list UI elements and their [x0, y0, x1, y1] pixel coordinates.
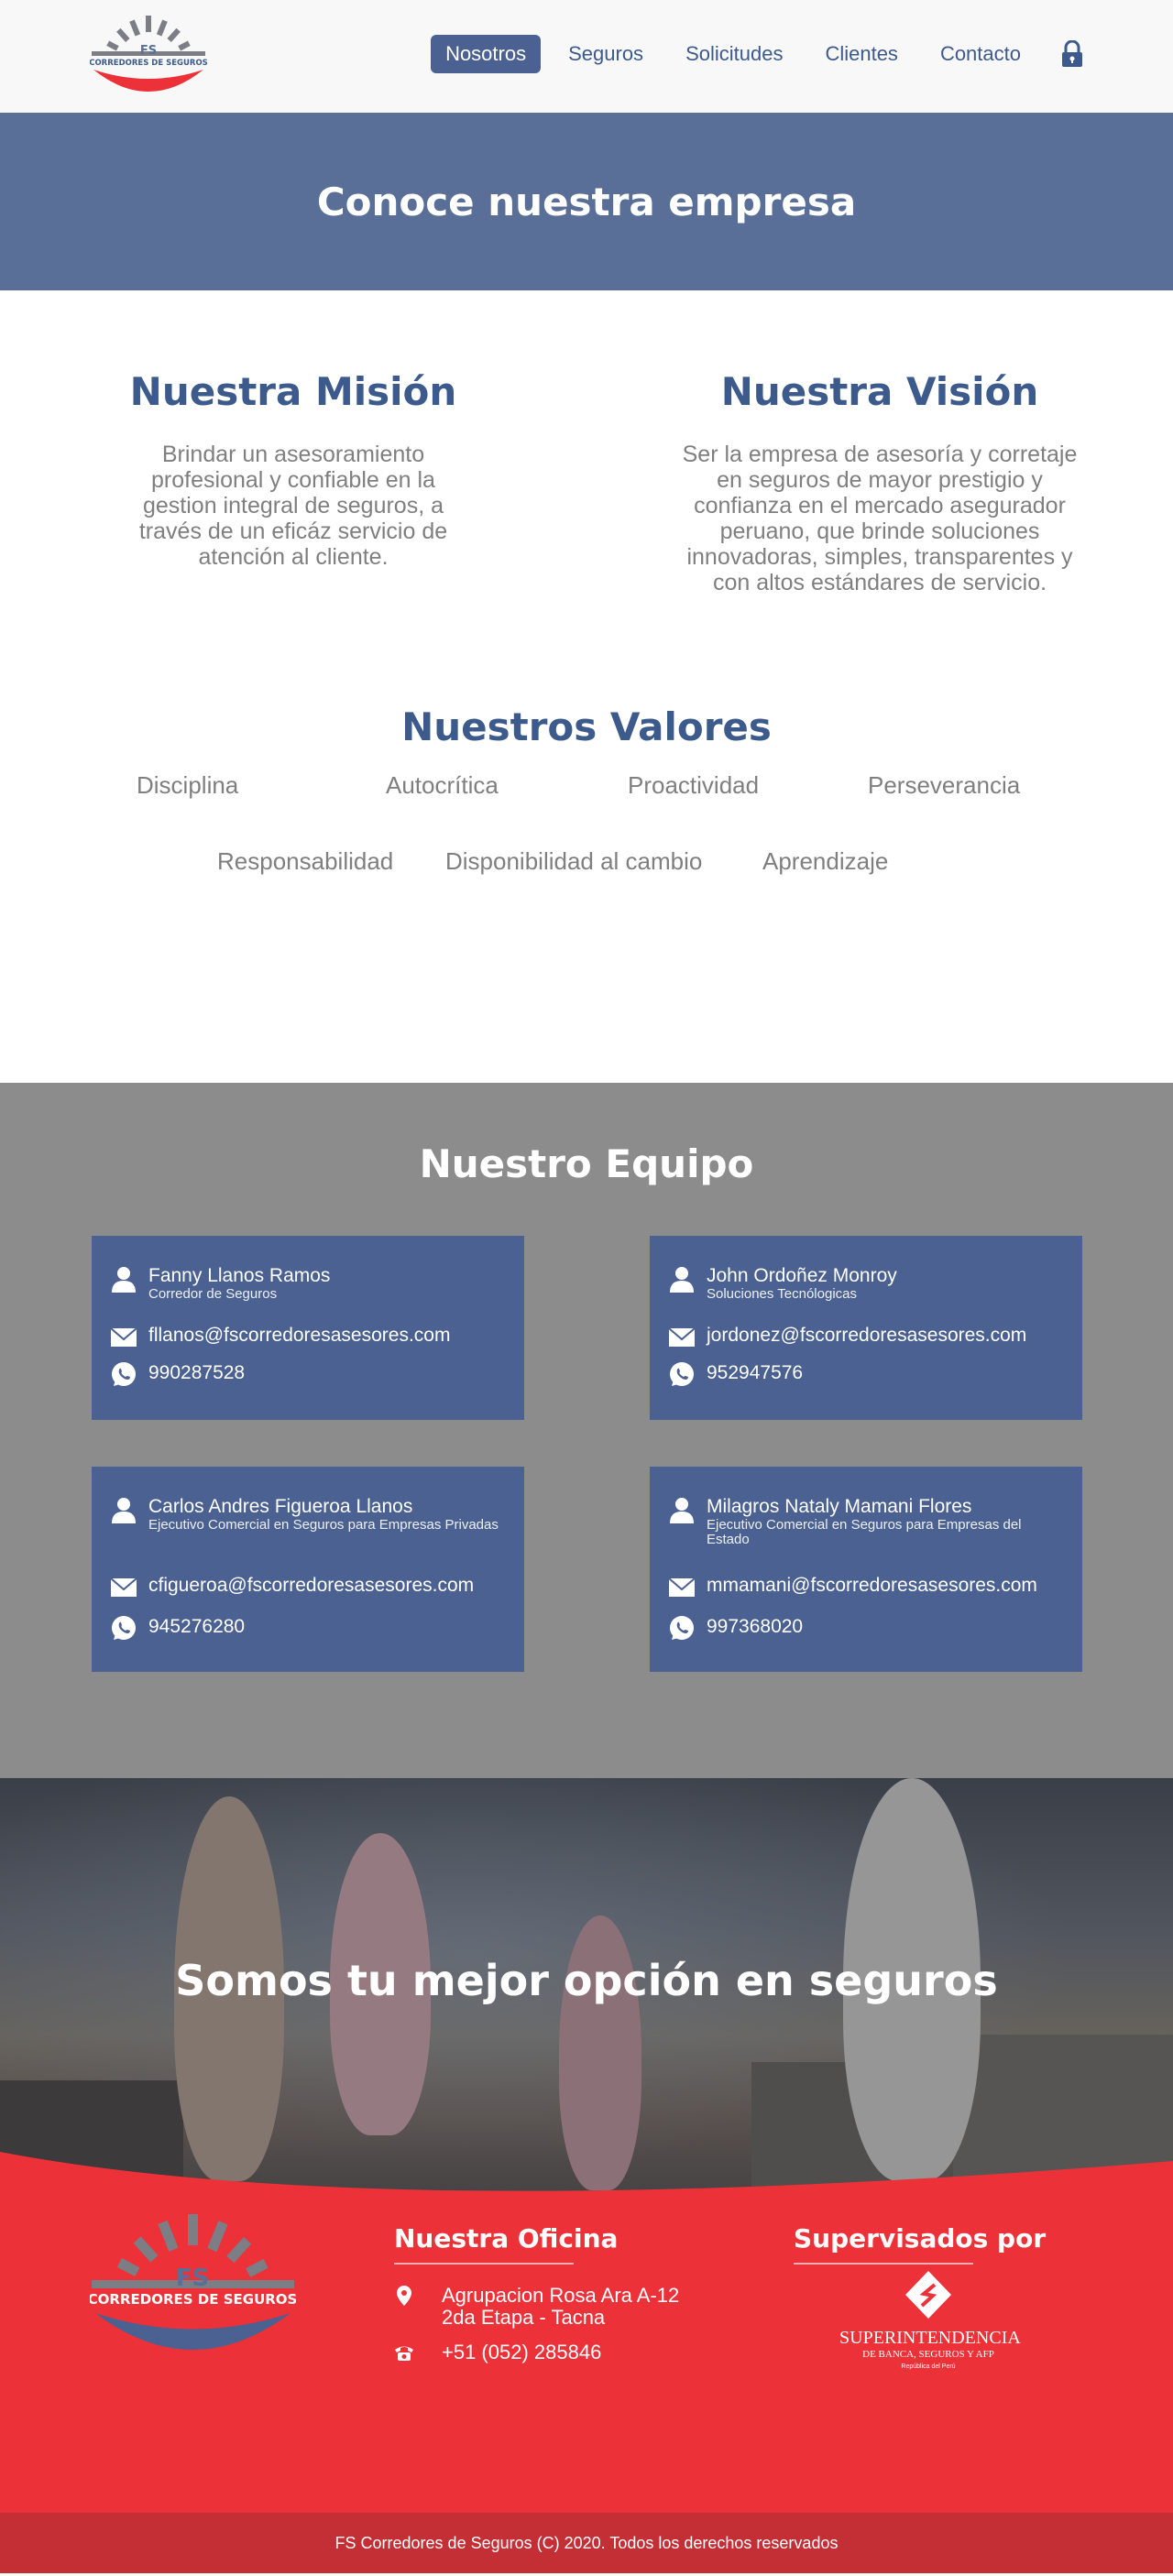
supervised-title: Supervisados por	[794, 2223, 1047, 2254]
mail-icon	[668, 1577, 696, 1597]
member-role: Corredor de Seguros	[148, 1286, 278, 1302]
svg-text:CORREDORES DE SEGUROS: CORREDORES DE SEGUROS	[90, 2291, 296, 2308]
user-icon	[670, 1498, 694, 1523]
sbs-country: República del Perú	[901, 2363, 956, 2370]
mission-block: Nuestra Misión Brindar un asesoramiento …	[128, 369, 458, 570]
member-phone[interactable]: 990287528	[148, 1360, 245, 1386]
member-role: Ejecutivo Comercial en Seguros para Empr…	[148, 1517, 499, 1533]
company-logo[interactable]: FS CORREDORES DE SEGUROS	[90, 13, 207, 99]
user-icon	[670, 1267, 694, 1293]
supervised-underline	[794, 2263, 973, 2265]
office-phone[interactable]: +51 (052) 285846	[442, 2341, 601, 2363]
company-logo-footer: FS CORREDORES DE SEGUROS	[90, 2214, 296, 2350]
vision-text: Ser la empresa de asesoría y corretaje e…	[682, 442, 1078, 595]
copyright-bar: FS Corredores de Seguros (C) 2020. Todos…	[0, 2513, 1173, 2573]
member-phone[interactable]: 997368020	[707, 1614, 803, 1640]
value-item: Disciplina	[137, 771, 239, 799]
whatsapp-icon	[670, 1616, 694, 1640]
office-underline	[394, 2263, 574, 2265]
user-icon	[112, 1267, 136, 1293]
sbs-emblem-icon	[905, 2271, 951, 2319]
member-name: Milagros Nataly Mamani Flores	[707, 1496, 972, 1517]
main-nav: Nosotros Seguros Solicitudes Clientes Co…	[418, 35, 1083, 73]
vision-block: Nuestra Visión Ser la empresa de asesorí…	[678, 369, 1081, 595]
office-block: Nuestra Oficina Agrupacion Rosa Ara A-12…	[394, 2223, 679, 2363]
nav-seguros[interactable]: Seguros	[554, 35, 658, 73]
value-item: Responsabilidad	[217, 847, 394, 875]
team-section: Nuestro Equipo Fanny Llanos Ramos Corred…	[0, 1083, 1173, 1778]
supervisor-block: Supervisados por	[794, 2223, 1046, 2265]
svg-text:CORREDORES DE SEGUROS: CORREDORES DE SEGUROS	[90, 59, 207, 68]
value-item: Disponibilidad al cambio	[445, 847, 703, 875]
hero-banner: Somos tu mejor opción en seguros	[0, 1778, 1173, 2207]
values-title: Nuestros Valores	[401, 704, 772, 749]
nav-clientes[interactable]: Clientes	[810, 35, 912, 73]
svg-text:FS: FS	[140, 44, 157, 58]
mail-icon	[110, 1327, 137, 1347]
whatsapp-icon	[112, 1362, 136, 1386]
member-phone[interactable]: 945276280	[148, 1614, 245, 1640]
values-section: Nuestros Valores Disciplina Autocrítica …	[0, 704, 1173, 1083]
copyright-text: FS Corredores de Seguros (C) 2020. Todos…	[334, 2533, 839, 2552]
user-icon	[112, 1498, 136, 1523]
nav-contacto[interactable]: Contacto	[926, 35, 1036, 73]
member-name: John Ordoñez Monroy	[707, 1265, 897, 1286]
sbs-subtitle: DE BANCA, SEGUROS Y AFP	[862, 2349, 994, 2360]
value-item: Proactividad	[628, 771, 760, 799]
address-line-1: Agrupacion Rosa Ara A-12	[442, 2284, 680, 2307]
member-email[interactable]: cfigueroa@fscorredoresasesores.com	[148, 1573, 474, 1599]
site-footer: FS CORREDORES DE SEGUROS Nuestra Oficina…	[0, 2207, 1173, 2513]
sbs-name: SUPERINTENDENCIA	[839, 2328, 1021, 2348]
member-role: Soluciones Tecnólogicas	[707, 1286, 857, 1302]
whatsapp-icon	[670, 1362, 694, 1386]
sbs-logo: SUPERINTENDENCIA DE BANCA, SEGUROS Y AFP…	[839, 2269, 1021, 2383]
hero-title: Somos tu mejor opción en seguros	[175, 1956, 998, 2005]
team-title: Nuestro Equipo	[419, 1141, 754, 1186]
lock-icon[interactable]	[1061, 40, 1083, 68]
intro-banner: Conoce nuestra empresa	[0, 113, 1173, 290]
member-email[interactable]: fllanos@fscorredoresasesores.com	[148, 1323, 450, 1348]
value-item: Perseverancia	[868, 771, 1021, 799]
telephone-icon	[395, 2346, 413, 2361]
team-card: John Ordoñez Monroy Soluciones Tecnólogi…	[650, 1236, 1082, 1420]
banner-title: Conoce nuestra empresa	[316, 179, 857, 224]
site-header: FS CORREDORES DE SEGUROS Nosotros Seguro…	[0, 0, 1173, 113]
value-item: Aprendizaje	[762, 847, 889, 875]
nav-solicitudes[interactable]: Solicitudes	[671, 35, 797, 73]
location-pin-icon	[397, 2286, 411, 2306]
member-email[interactable]: jordonez@fscorredoresasesores.com	[707, 1323, 1026, 1348]
svg-text:FS: FS	[176, 2265, 210, 2292]
mail-icon	[110, 1577, 137, 1597]
mail-icon	[668, 1327, 696, 1347]
mission-text: Brindar un asesoramiento profesional y c…	[138, 442, 448, 570]
member-email[interactable]: mmamani@fscorredoresasesores.com	[707, 1573, 1037, 1599]
member-role: Ejecutivo Comercial en Seguros para Empr…	[707, 1517, 1022, 1547]
team-card: Fanny Llanos Ramos Corredor de Seguros f…	[92, 1236, 524, 1420]
team-card: Carlos Andres Figueroa Llanos Ejecutivo …	[92, 1467, 524, 1672]
address-line-2: 2da Etapa - Tacna	[442, 2306, 606, 2329]
vision-title: Nuestra Visión	[720, 369, 1039, 414]
whatsapp-icon	[112, 1616, 136, 1640]
hero-curve	[0, 2152, 1173, 2207]
team-card: Milagros Nataly Mamani Flores Ejecutivo …	[650, 1467, 1082, 1672]
member-name: Carlos Andres Figueroa Llanos	[148, 1496, 413, 1517]
nav-nosotros[interactable]: Nosotros	[431, 35, 542, 73]
member-phone[interactable]: 952947576	[707, 1360, 803, 1386]
mission-vision-section: Nuestra Misión Brindar un asesoramiento …	[0, 290, 1173, 704]
office-title: Nuestra Oficina	[394, 2223, 619, 2254]
mission-title: Nuestra Misión	[129, 369, 457, 414]
value-item: Autocrítica	[386, 771, 499, 799]
member-name: Fanny Llanos Ramos	[148, 1265, 331, 1286]
